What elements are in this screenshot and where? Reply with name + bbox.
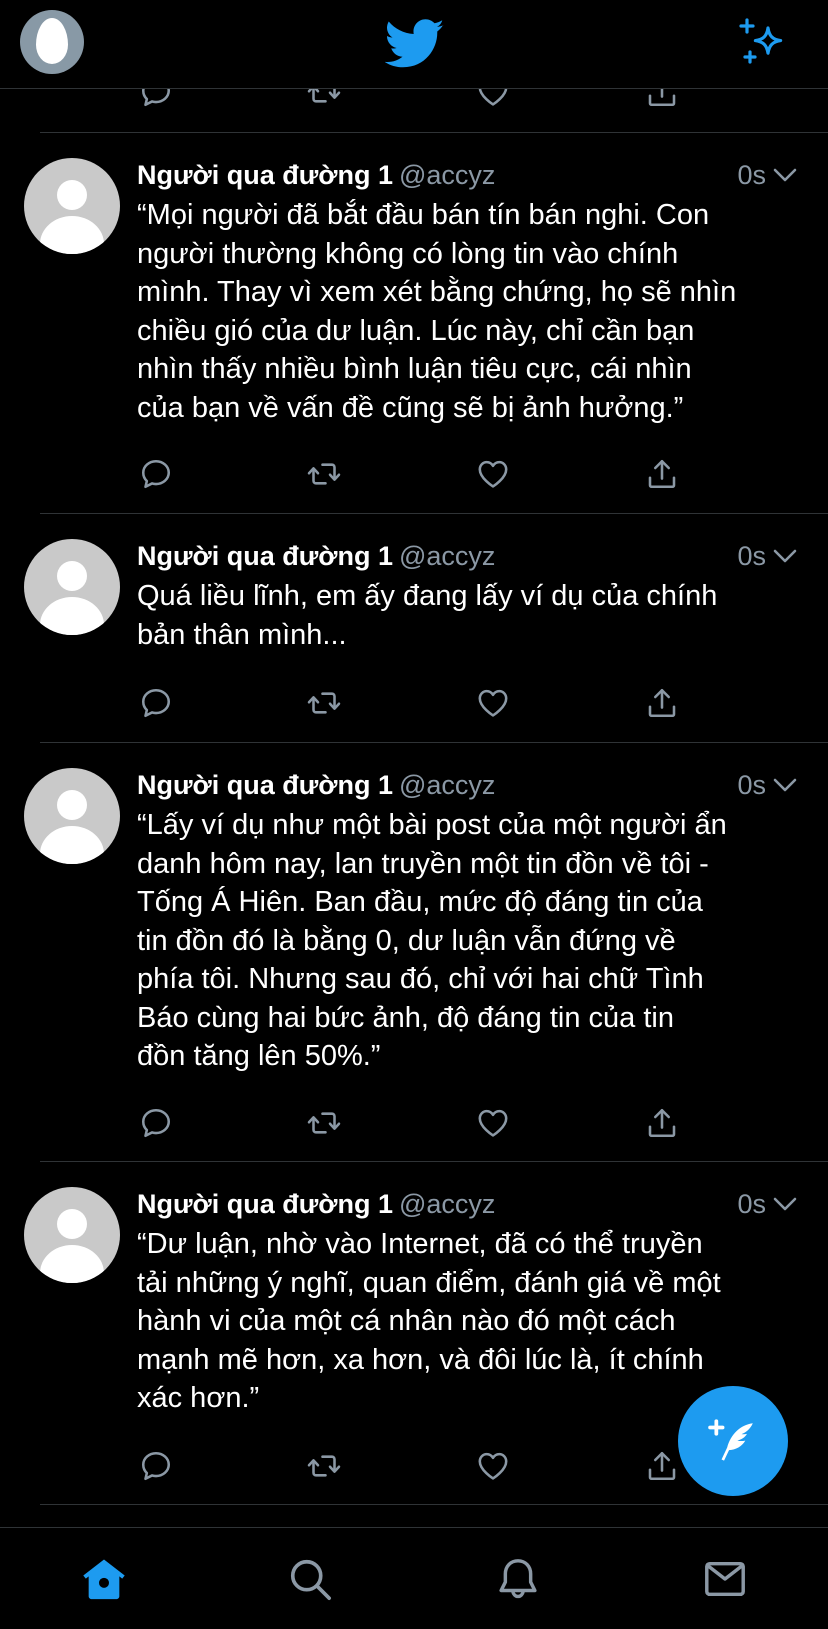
twitter-bird-icon[interactable]	[385, 18, 445, 70]
share-icon[interactable]	[642, 1446, 682, 1486]
home-icon	[83, 1559, 125, 1600]
author-name[interactable]: Người qua đường 1	[137, 160, 393, 190]
share-icon[interactable]	[642, 1103, 682, 1143]
tweet-header: Người qua đường 1 @accyz	[137, 768, 495, 802]
author-name[interactable]: Người qua đường 1	[137, 1189, 393, 1219]
tweet-header: Người qua đường 1 @accyz	[137, 1187, 495, 1221]
tweet-header: Người qua đường 1 @accyz	[137, 539, 495, 573]
timestamp: 0s	[737, 541, 766, 571]
chevron-down-icon[interactable]	[772, 774, 798, 796]
like-icon[interactable]	[473, 454, 513, 494]
tweet-header: Người qua đường 1 @accyz	[137, 158, 495, 192]
like-icon[interactable]	[473, 683, 513, 723]
reply-icon[interactable]	[136, 1446, 176, 1486]
share-icon[interactable]	[642, 454, 682, 494]
chevron-down-icon[interactable]	[772, 164, 798, 186]
top-navigation-bar	[0, 0, 828, 89]
tweet-actions	[136, 1446, 696, 1486]
like-icon[interactable]	[473, 1446, 513, 1486]
tweet-text: “Dư luận, nhờ vào Internet, đã có thể tr…	[137, 1228, 721, 1414]
compose-tweet-icon	[708, 1419, 753, 1461]
tweet-actions	[136, 454, 696, 494]
profile-avatar[interactable]	[20, 10, 84, 74]
compose-tweet-button[interactable]	[678, 1386, 788, 1496]
timestamp: 0s	[737, 160, 766, 190]
retweet-icon[interactable]	[304, 1446, 344, 1486]
divider	[40, 132, 828, 133]
avatar[interactable]	[24, 1187, 120, 1283]
tweet[interactable]: Người qua đường 1 @accyz 0s “Lấy ví dụ nh…	[0, 744, 828, 1162]
tab-notifications[interactable]	[493, 1554, 543, 1604]
tab-messages[interactable]	[700, 1554, 750, 1604]
divider	[40, 513, 828, 514]
timestamp: 0s	[737, 770, 766, 800]
author-handle: @accyz	[399, 541, 496, 571]
retweet-icon[interactable]	[304, 454, 344, 494]
chevron-down-icon[interactable]	[772, 1193, 798, 1215]
reply-icon[interactable]	[136, 683, 176, 723]
bottom-tab-bar	[0, 1527, 828, 1629]
chevron-down-icon[interactable]	[772, 545, 798, 567]
search-icon	[290, 1559, 331, 1600]
tweet-text: “Mọi người đã bắt đầu bán tín bán nghi. …	[137, 199, 737, 424]
like-icon[interactable]	[473, 1103, 513, 1143]
notifications-icon	[499, 1559, 537, 1599]
author-handle: @accyz	[399, 1189, 496, 1219]
share-icon[interactable]	[642, 683, 682, 723]
author-name[interactable]: Người qua đường 1	[137, 541, 393, 571]
tweet[interactable]: Người qua đường 1 @accyz 0s “Mọi người đã…	[0, 134, 828, 514]
messages-icon	[705, 1561, 745, 1597]
avatar[interactable]	[24, 539, 120, 635]
timestamp: 0s	[737, 1189, 766, 1219]
tweet-actions	[136, 683, 696, 723]
author-handle: @accyz	[399, 160, 496, 190]
avatar[interactable]	[24, 768, 120, 864]
tweet-text: Quá liều lĩnh, em ấy đang lấy ví dụ của …	[137, 580, 718, 651]
reply-icon[interactable]	[136, 454, 176, 494]
author-name[interactable]: Người qua đường 1	[137, 770, 393, 800]
retweet-icon[interactable]	[304, 1103, 344, 1143]
divider	[40, 742, 828, 743]
divider	[40, 1161, 828, 1162]
reply-icon[interactable]	[136, 1103, 176, 1143]
tab-search[interactable]	[285, 1554, 335, 1604]
tweet[interactable]: Người qua đường 1 @accyz 0s Quá liều lĩnh…	[0, 515, 828, 743]
tab-home[interactable]	[79, 1554, 129, 1604]
tweet-actions	[136, 1103, 696, 1143]
tweet-text: “Lấy ví dụ như một bài post của một ngườ…	[137, 809, 727, 1072]
author-handle: @accyz	[399, 770, 496, 800]
timeline-feed[interactable]: Người qua đường 1 @accyz 0s “Mọi người đã…	[0, 0, 828, 1528]
avatar[interactable]	[24, 158, 120, 254]
sparkle-icon[interactable]	[738, 18, 790, 68]
divider	[40, 1504, 828, 1505]
retweet-icon[interactable]	[304, 683, 344, 723]
